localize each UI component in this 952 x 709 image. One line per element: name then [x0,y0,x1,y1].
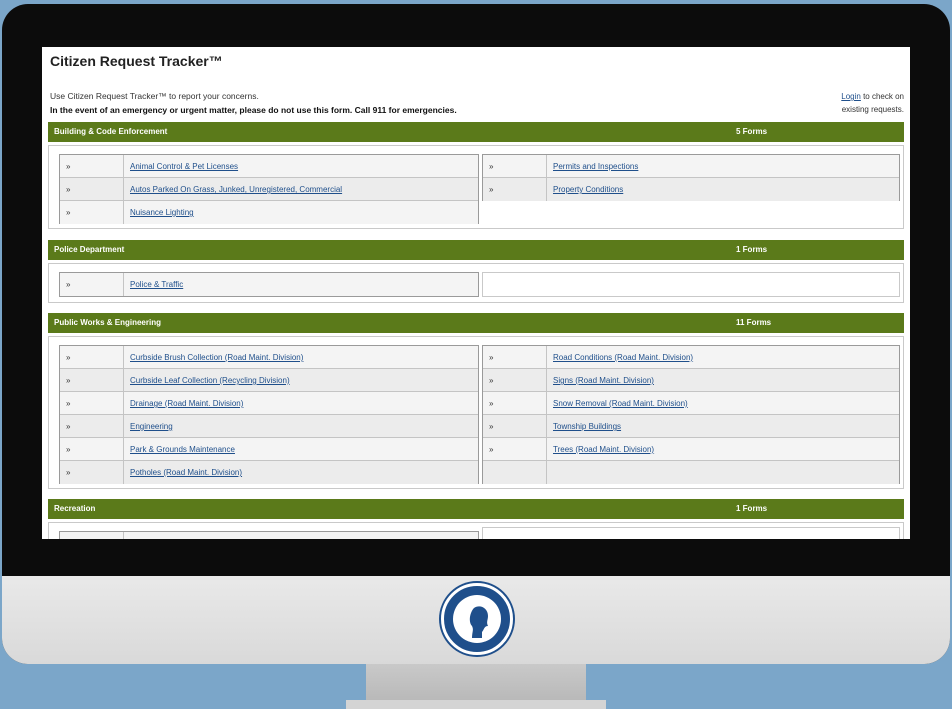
form-row[interactable]: » Road Conditions (Road Maint. Division) [483,346,899,369]
form-link[interactable]: Potholes (Road Maint. Division) [130,468,242,477]
arrow-icon: » [60,461,124,484]
form-list-left: » Police & Traffic [59,272,479,297]
category-name: Police Department [54,245,125,254]
login-link[interactable]: Login [841,92,861,101]
browser-screen: Citizen Request Tracker™ Use Citizen Req… [42,47,910,539]
empty-cell [60,532,124,539]
arrow-icon: » [60,273,124,296]
category-body-building: » Animal Control & Pet Licenses » Autos Pa… [48,145,904,229]
form-row[interactable]: » Potholes (Road Maint. Division) [60,461,478,484]
emergency-warning: In the event of an emergency or urgent m… [50,105,457,115]
category-count: 1 Forms [736,245,768,254]
form-row[interactable]: » Snow Removal (Road Maint. Division) [483,392,899,415]
form-link[interactable]: Nuisance Lighting [130,208,194,217]
arrow-icon: » [60,392,124,414]
arrow-icon: » [60,155,124,177]
category-name: Recreation [54,504,96,513]
form-row[interactable]: » Signs (Road Maint. Division) [483,369,899,392]
form-link[interactable]: Road Conditions (Road Maint. Division) [553,353,693,362]
form-link[interactable]: Property Conditions [553,185,623,194]
category-header-public-works: Public Works & Engineering 11 Forms [48,313,904,333]
form-list-right-empty [482,272,900,297]
arrow-icon: » [60,438,124,460]
form-row[interactable]: » Curbside Brush Collection (Road Maint. … [60,346,478,369]
form-list-right: » Permits and Inspections » Property Condi… [482,154,900,201]
intro-text: Use Citizen Request Tracker™ to report y… [50,91,259,101]
form-link[interactable]: Engineering [130,422,173,431]
arrow-icon: » [483,369,547,391]
form-row[interactable]: » Township Buildings [483,415,899,438]
category-name: Public Works & Engineering [54,318,161,327]
arrow-icon: » [60,201,124,224]
login-note: Login to check on existing requests. [818,90,904,116]
category-count: 1 Forms [736,504,768,513]
empty-cell [483,461,547,484]
form-list-right-empty [482,527,900,539]
category-header-recreation: Recreation 1 Forms [48,499,904,519]
category-body-public-works: » Curbside Brush Collection (Road Maint. … [48,336,904,489]
monitor-frame: Citizen Request Tracker™ Use Citizen Req… [2,4,950,664]
form-list-left [59,531,479,539]
form-link[interactable]: Park & Grounds Maintenance [130,445,235,454]
form-link[interactable]: Animal Control & Pet Licenses [130,162,238,171]
form-link[interactable]: Police & Traffic [130,280,183,289]
form-row[interactable]: » Drainage (Road Maint. Division) [60,392,478,415]
form-row[interactable]: » Autos Parked On Grass, Junked, Unregist… [60,178,478,201]
arrow-icon: » [483,178,547,201]
form-row[interactable]: » Permits and Inspections [483,155,899,178]
form-row[interactable]: » Park & Grounds Maintenance [60,438,478,461]
monitor-stand-base [346,700,606,709]
form-link[interactable]: Curbside Leaf Collection (Recycling Divi… [130,376,290,385]
arrow-icon: » [60,415,124,437]
category-body-recreation [48,522,904,539]
category-header-police: Police Department 1 Forms [48,240,904,260]
township-seal-logo [441,583,513,655]
form-row[interactable]: » Police & Traffic [60,273,478,296]
form-link[interactable]: Township Buildings [553,422,621,431]
category-count: 5 Forms [736,127,768,136]
arrow-icon: » [60,346,124,368]
form-row[interactable]: » Trees (Road Maint. Division) [483,438,899,461]
category-header-building: Building & Code Enforcement 5 Forms [48,122,904,142]
arrow-icon: » [483,346,547,368]
arrow-icon: » [60,178,124,200]
arrow-icon: » [483,415,547,437]
form-row[interactable]: » Animal Control & Pet Licenses [60,155,478,178]
form-row-empty [483,461,899,484]
arrow-icon: » [60,369,124,391]
form-row[interactable]: » Curbside Leaf Collection (Recycling Div… [60,369,478,392]
arrow-icon: » [483,392,547,414]
form-row[interactable]: » Nuisance Lighting [60,201,478,224]
form-list-right: » Road Conditions (Road Maint. Division) … [482,345,900,484]
form-list-left: » Animal Control & Pet Licenses » Autos Pa… [59,154,479,224]
form-link[interactable]: Autos Parked On Grass, Junked, Unregiste… [130,185,342,194]
form-link[interactable]: Permits and Inspections [553,162,638,171]
silhouette-icon [469,606,488,638]
category-body-police: » Police & Traffic [48,263,904,303]
form-row[interactable]: » Engineering [60,415,478,438]
category-count: 11 Forms [736,318,772,327]
form-link[interactable]: Curbside Brush Collection (Road Maint. D… [130,353,303,362]
form-link[interactable]: Trees (Road Maint. Division) [553,445,654,454]
arrow-icon: » [483,155,547,177]
form-row[interactable] [60,532,478,539]
page-title: Citizen Request Tracker™ [50,53,223,69]
form-link[interactable]: Signs (Road Maint. Division) [553,376,654,385]
form-link[interactable]: Drainage (Road Maint. Division) [130,399,243,408]
form-link[interactable]: Snow Removal (Road Maint. Division) [553,399,688,408]
form-list-left: » Curbside Brush Collection (Road Maint. … [59,345,479,484]
form-row[interactable]: » Property Conditions [483,178,899,201]
arrow-icon: » [483,438,547,460]
category-name: Building & Code Enforcement [54,127,168,136]
